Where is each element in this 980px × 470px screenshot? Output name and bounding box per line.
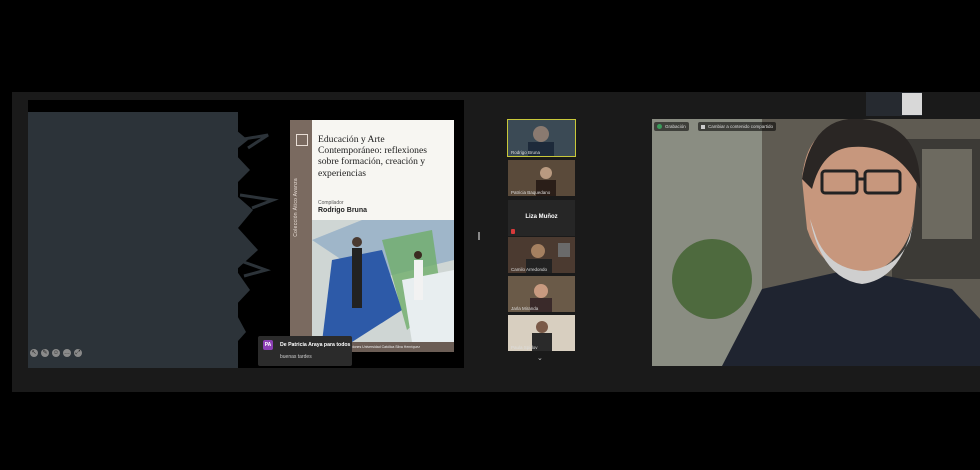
speaker-video bbox=[652, 119, 980, 366]
ink-splash-graphic bbox=[178, 112, 279, 368]
chat-notification[interactable]: PA De Patricia Araya para todos buenas t… bbox=[258, 336, 352, 366]
splitter-handle[interactable] bbox=[478, 232, 480, 240]
reaction-icon[interactable]: ☺ bbox=[52, 349, 60, 357]
record-icon bbox=[657, 124, 662, 129]
participant-name: Patricia Baquedano bbox=[511, 190, 551, 195]
participant-tile[interactable]: Patricia Baquedano bbox=[508, 160, 575, 196]
participant-name: Paula Spidov bbox=[511, 345, 538, 350]
share-icon bbox=[701, 124, 705, 129]
cover-photo bbox=[312, 220, 454, 342]
participant-tile[interactable]: Liza Muñoz bbox=[508, 200, 575, 236]
self-view-image bbox=[902, 93, 922, 115]
shared-screen[interactable]: Colección Ático Avanza Educación y Arte … bbox=[28, 100, 464, 368]
switch-label: Cambiar a contenido compartido bbox=[708, 124, 774, 129]
switch-to-shared-content-button[interactable]: Cambiar a contenido compartido bbox=[698, 122, 777, 131]
participant-name: Rodrigo Bruna bbox=[511, 150, 541, 155]
more-icon[interactable]: … bbox=[63, 349, 71, 357]
avatar: PA bbox=[263, 340, 273, 350]
self-view-thumbnail[interactable] bbox=[866, 92, 922, 116]
book-author: Rodrigo Bruna bbox=[318, 207, 367, 214]
participant-name: Liza Muñoz bbox=[525, 214, 558, 220]
participant-name: Camilo Arredondo bbox=[511, 267, 548, 272]
pointer-icon[interactable]: ↖ bbox=[30, 349, 38, 357]
spine-text: Colección Ático Avanza bbox=[293, 178, 299, 237]
book-cover: Colección Ático Avanza Educación y Arte … bbox=[290, 120, 454, 352]
participant-tile[interactable]: Paula Spidov bbox=[508, 315, 575, 351]
pen-icon[interactable]: ✎ bbox=[41, 349, 49, 357]
participant-tile[interactable]: Jarla Miranda bbox=[508, 276, 575, 312]
participant-tile[interactable]: Camilo Arredondo bbox=[508, 237, 575, 273]
chat-sender: De Patricia Araya para todos bbox=[280, 342, 351, 348]
muted-mic-icon bbox=[511, 229, 515, 234]
chat-message: buenas tardes bbox=[280, 354, 312, 360]
compiler-label: Compilador bbox=[318, 200, 344, 206]
annotation-toolbar: ↖ ✎ ☺ … ⤢ bbox=[30, 349, 82, 357]
participant-tile[interactable]: Rodrigo Bruna bbox=[507, 119, 576, 157]
chevron-down-icon[interactable]: ⌄ bbox=[537, 354, 543, 362]
recording-label: Grabación bbox=[665, 124, 686, 129]
participant-name: Jarla Miranda bbox=[511, 306, 539, 311]
recording-indicator[interactable]: Grabación bbox=[654, 122, 689, 131]
book-title: Educación y Arte Contemporáneo: reflexio… bbox=[318, 134, 427, 179]
fullscreen-icon[interactable]: ⤢ bbox=[74, 349, 82, 357]
publisher-logo-icon bbox=[296, 134, 308, 146]
